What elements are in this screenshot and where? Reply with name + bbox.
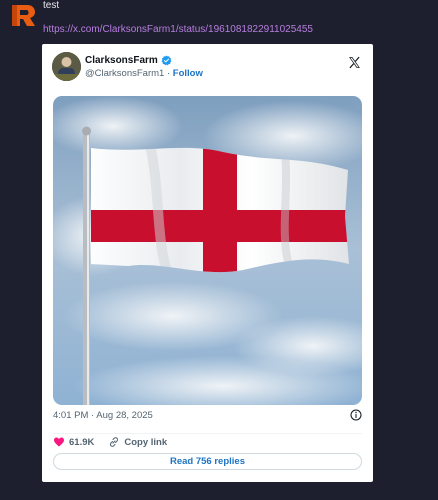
- handle-separator: ·: [164, 68, 173, 79]
- copy-link-label: Copy link: [124, 436, 168, 448]
- author-name-row[interactable]: ClarksonsFarm: [85, 55, 172, 66]
- copy-link-action[interactable]: Copy link: [108, 436, 167, 448]
- like-count: 61.9K: [69, 436, 95, 448]
- x-logo-icon[interactable]: [348, 56, 361, 69]
- tweet-actions: 61.9K Copy link: [53, 433, 362, 448]
- tweet-timestamp[interactable]: 4:01 PM · Aug 28, 2025: [53, 410, 153, 421]
- info-icon[interactable]: [350, 409, 362, 421]
- heart-icon: [54, 437, 64, 447]
- read-replies-button[interactable]: Read 756 replies: [53, 453, 362, 470]
- message-link[interactable]: https://x.com/ClarksonsFarm1/status/1961…: [43, 24, 313, 35]
- author-handle[interactable]: @ClarksonsFarm1: [85, 68, 164, 79]
- author-avatar[interactable]: [52, 52, 81, 81]
- link-icon: [110, 437, 119, 447]
- tweet-embed: ClarksonsFarm @ClarksonsFarm1 · Follow 4…: [42, 44, 373, 482]
- flag-photo: [53, 96, 362, 405]
- like-action[interactable]: 61.9K: [53, 436, 94, 448]
- sender-avatar-r-icon[interactable]: [9, 3, 36, 28]
- verified-badge-icon: [161, 55, 172, 66]
- tweet-media-image[interactable]: [53, 96, 362, 405]
- tweet-header: ClarksonsFarm @ClarksonsFarm1 · Follow: [52, 52, 363, 84]
- sender-name[interactable]: test: [43, 0, 59, 11]
- author-display-name[interactable]: ClarksonsFarm: [85, 55, 158, 66]
- follow-button[interactable]: Follow: [173, 68, 203, 79]
- author-handle-line: @ClarksonsFarm1 · Follow: [85, 68, 203, 79]
